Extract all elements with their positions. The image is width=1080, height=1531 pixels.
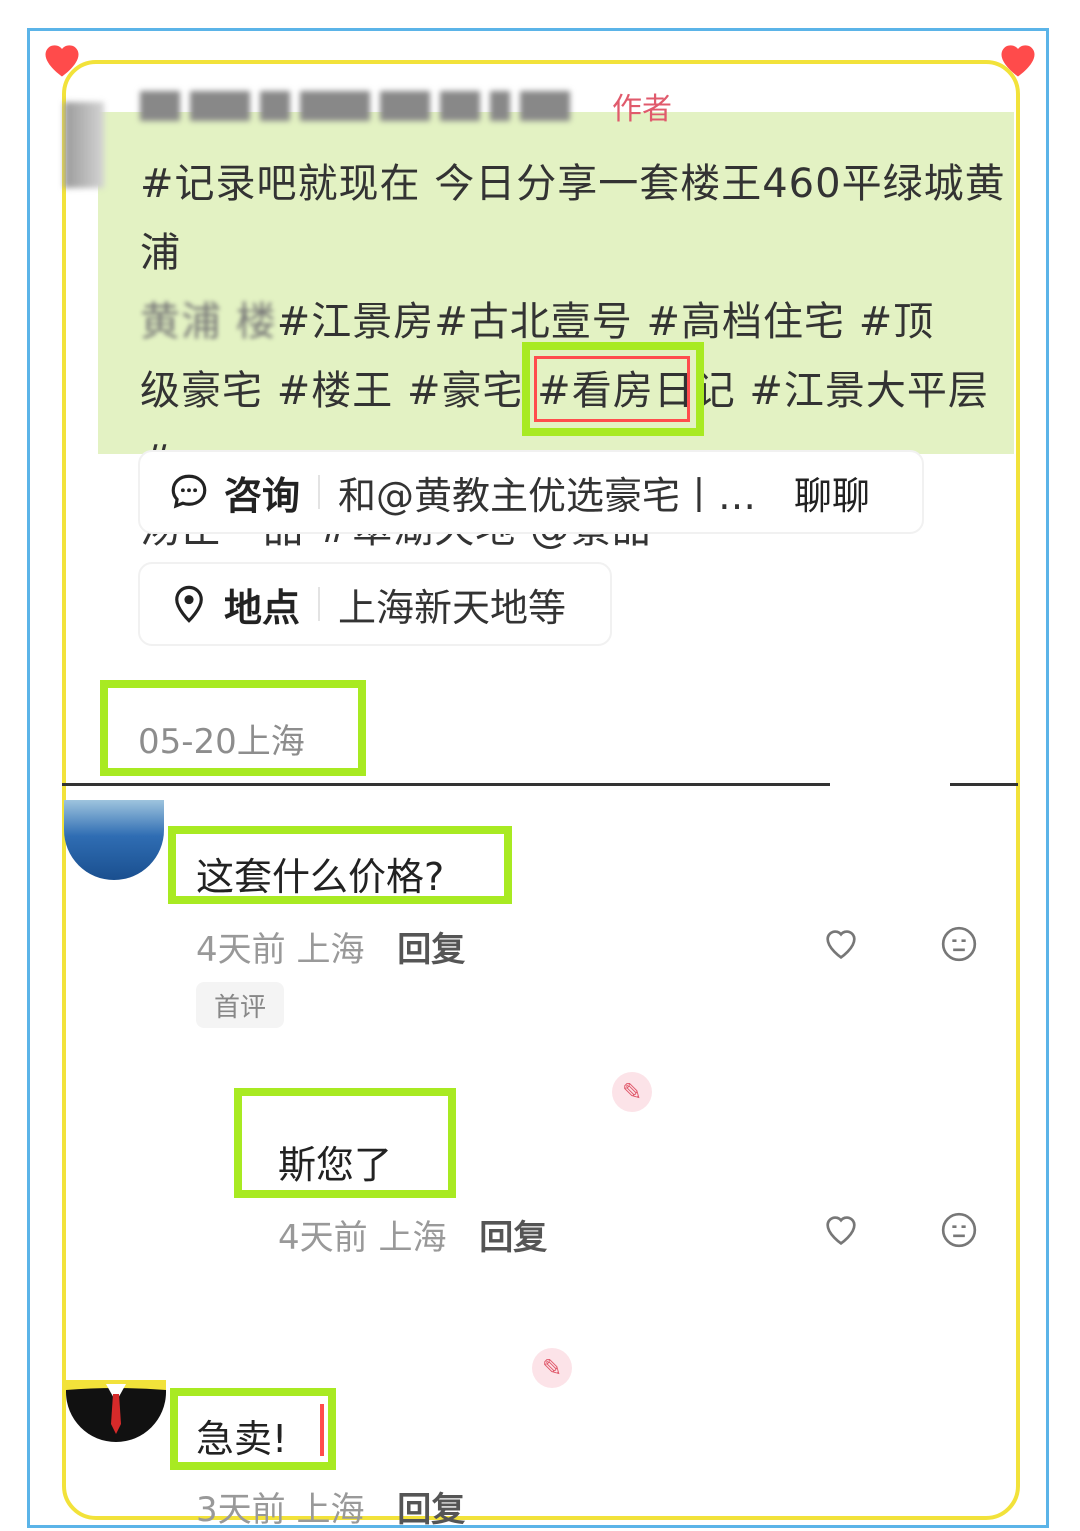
divider bbox=[318, 475, 321, 509]
like-heart-icon[interactable] bbox=[821, 924, 861, 964]
comment-time: 4天前 bbox=[278, 1218, 368, 1258]
author-tag: 作者 bbox=[612, 92, 672, 127]
reply-button[interactable]: 回复 bbox=[479, 1218, 547, 1258]
highlight-box bbox=[168, 826, 512, 904]
comment-meta: 4天前 上海 回复 bbox=[278, 1210, 547, 1259]
dislike-face-icon[interactable] bbox=[939, 924, 979, 964]
author-avatar[interactable] bbox=[64, 102, 104, 188]
comment-time: 3天前 bbox=[196, 1490, 286, 1530]
location-card[interactable]: 地点 上海新天地等 bbox=[138, 562, 612, 646]
comment-place: 上海 bbox=[296, 1490, 365, 1530]
author-reply-marker: ✎ bbox=[612, 1072, 652, 1112]
dislike-face-icon[interactable] bbox=[939, 1210, 979, 1250]
location-title: 地点 bbox=[224, 585, 301, 630]
comment-meta: 4天前 上海 回复 bbox=[196, 922, 465, 971]
consult-value: 和@黄教主优选豪宅丨… bbox=[338, 473, 757, 518]
comment-meta: 3天前 上海 回复 bbox=[196, 1482, 465, 1531]
reply-button[interactable]: 回复 bbox=[397, 1490, 465, 1530]
divider bbox=[318, 587, 321, 621]
highlight-box-red bbox=[312, 1404, 324, 1456]
highlight-box bbox=[100, 680, 366, 776]
location-pin-icon bbox=[175, 585, 203, 623]
consult-title: 咨询 bbox=[224, 473, 301, 518]
section-divider bbox=[950, 783, 1018, 786]
comment-place: 上海 bbox=[378, 1218, 447, 1258]
comment-time: 4天前 bbox=[196, 930, 286, 970]
chat-bubble-icon bbox=[171, 474, 207, 509]
consult-card[interactable]: 咨询 和@黄教主优选豪宅丨… 聊聊 bbox=[138, 450, 924, 534]
first-comment-badge: 首评 bbox=[196, 982, 284, 1028]
post-text-line-1: #记录吧就现在 今日分享一套楼王460平绿城黄浦 bbox=[140, 161, 1006, 276]
reply-button[interactable]: 回复 bbox=[397, 930, 465, 970]
author-name-redacted[interactable] bbox=[140, 88, 580, 124]
comment-place: 上海 bbox=[296, 930, 365, 970]
location-value: 上海新天地等 bbox=[338, 585, 567, 630]
like-heart-icon[interactable] bbox=[821, 1210, 861, 1250]
highlight-box bbox=[234, 1088, 456, 1198]
heart-icon bbox=[996, 38, 1040, 82]
highlight-box-red bbox=[534, 356, 690, 422]
heart-icon bbox=[40, 38, 84, 82]
consult-chat-button[interactable]: 聊聊 bbox=[794, 465, 870, 520]
author-reply-marker: ✎ bbox=[532, 1348, 572, 1388]
section-divider bbox=[62, 783, 830, 786]
